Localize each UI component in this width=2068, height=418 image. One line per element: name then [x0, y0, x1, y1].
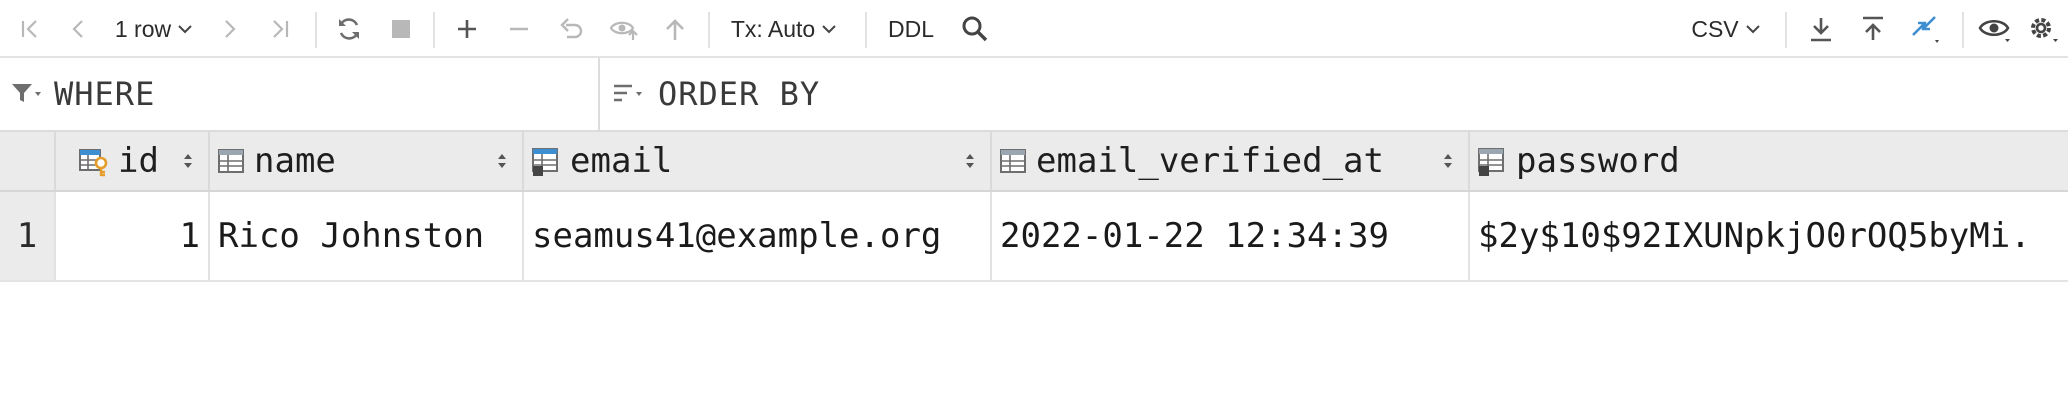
ddl-label: DDL [887, 15, 934, 42]
plus-icon [458, 20, 476, 38]
transaction-mode-dropdown[interactable]: Tx: Auto [724, 0, 844, 58]
settings-button[interactable] [2024, 0, 2064, 58]
previous-page-button[interactable] [62, 0, 94, 58]
eye-icon [1978, 19, 2010, 42]
sort-toggle-icon[interactable] [182, 151, 194, 171]
column-title: email [570, 141, 673, 181]
first-page-button[interactable] [12, 0, 48, 58]
column-title: email_verified_at [1036, 141, 1384, 181]
sort-toggle-icon[interactable] [1442, 151, 1454, 171]
cell-email[interactable]: seamus41@example.org [522, 192, 990, 280]
chevron-left-icon [72, 20, 83, 38]
column-header-name[interactable]: name [208, 132, 522, 190]
ddl-button[interactable]: DDL [882, 0, 940, 58]
first-page-icon [21, 20, 37, 38]
toolbar-separator [865, 12, 867, 48]
indexed-column-icon [1478, 148, 1504, 176]
search-icon [962, 16, 988, 42]
sort-lines-icon [614, 84, 642, 102]
refresh-button[interactable] [332, 0, 366, 58]
toolbar-separator [1785, 12, 1787, 48]
row-number-header [0, 132, 54, 190]
upload-icon [1863, 16, 1883, 40]
indexed-column-icon [532, 148, 558, 176]
revert-button[interactable] [554, 0, 588, 58]
next-page-button[interactable] [214, 0, 246, 58]
refresh-icon [339, 18, 359, 40]
chevron-right-icon [225, 20, 236, 38]
page-size-label: 1 row [114, 15, 172, 42]
eye-upload-icon [609, 21, 638, 40]
column-header-id[interactable]: id [54, 132, 208, 190]
column-title: id [118, 141, 159, 181]
cell-password[interactable]: $2y$10$92IXUNpkjO0rOQ5byMi. [1468, 192, 2068, 280]
column-title: name [254, 141, 336, 181]
gear-icon [2031, 18, 2058, 42]
filter-icon [12, 84, 41, 102]
column-header-email-verified-at[interactable]: email_verified_at [990, 132, 1468, 190]
chevron-down-icon [1745, 25, 1760, 34]
minus-icon [510, 27, 528, 31]
compare-arrows-icon [1912, 16, 1939, 43]
stop-button[interactable] [384, 0, 418, 58]
search-button[interactable] [958, 0, 992, 58]
export-format-label: CSV [1691, 15, 1739, 42]
delete-row-button[interactable] [502, 0, 536, 58]
chevron-down-icon [178, 25, 192, 34]
primary-key-column-icon [79, 149, 108, 177]
order-by-label: ORDER BY [658, 75, 821, 113]
order-by-field[interactable]: ORDER BY [600, 58, 2068, 130]
column-header-row: id name email email_verified_at password [0, 132, 2068, 192]
where-label: WHERE [54, 75, 156, 113]
toolbar-separator [1962, 12, 1964, 48]
export-format-dropdown[interactable]: CSV [1690, 0, 1762, 58]
compare-button[interactable] [1906, 0, 1946, 58]
last-page-icon [273, 20, 289, 38]
view-options-button[interactable] [1974, 0, 2016, 58]
stop-icon [392, 20, 410, 38]
submit-button[interactable] [658, 0, 692, 58]
toolbar-separator [315, 12, 317, 48]
column-header-email[interactable]: email [522, 132, 990, 190]
sort-toggle-icon[interactable] [964, 151, 976, 171]
toolbar-separator [708, 12, 710, 48]
table-row[interactable]: 1 1 Rico Johnston seamus41@example.org 2… [0, 192, 2068, 282]
column-header-password[interactable]: password [1468, 132, 2068, 190]
last-page-button[interactable] [262, 0, 298, 58]
sort-toggle-icon[interactable] [496, 151, 508, 171]
column-icon [218, 149, 244, 173]
results-toolbar: 1 row Tx: Auto DDL CSV [0, 0, 2068, 58]
download-icon [1811, 18, 1831, 42]
import-data-button[interactable] [1856, 0, 1890, 58]
where-filter-field[interactable]: WHERE [0, 58, 600, 130]
page-size-dropdown[interactable]: 1 row [106, 0, 202, 58]
transaction-mode-label: Tx: Auto [730, 15, 816, 42]
row-number[interactable]: 1 [0, 192, 54, 280]
column-icon [1000, 149, 1026, 173]
cell-email-verified-at[interactable]: 2022-01-22 12:34:39 [990, 192, 1468, 280]
add-row-button[interactable] [450, 0, 484, 58]
chevron-down-icon [822, 25, 836, 34]
toolbar-separator [433, 12, 435, 48]
preview-pending-changes-button[interactable] [606, 0, 642, 58]
cell-id[interactable]: 1 [54, 192, 208, 280]
undo-icon [560, 18, 583, 39]
cell-name[interactable]: Rico Johnston [208, 192, 522, 280]
column-title: password [1516, 141, 1680, 181]
export-data-button[interactable] [1804, 0, 1838, 58]
arrow-up-icon [666, 19, 684, 40]
filter-bar: WHERE ORDER BY [0, 58, 2068, 132]
